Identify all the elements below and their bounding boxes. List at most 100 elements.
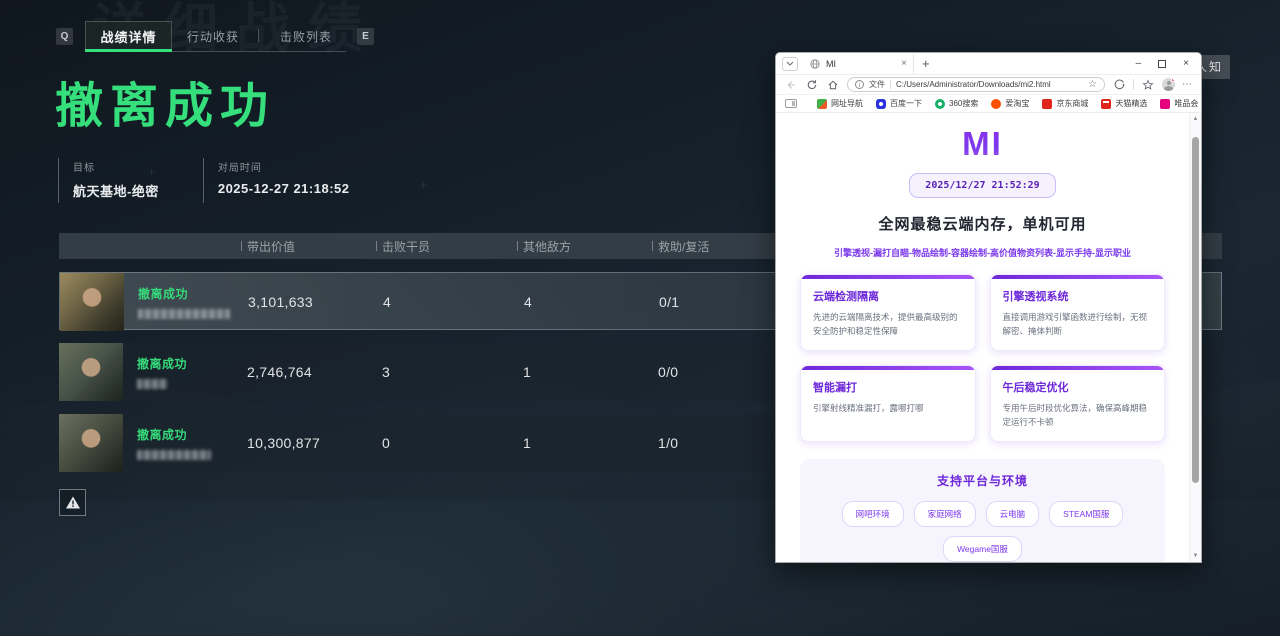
- platform-pill[interactable]: Wegame国服: [943, 536, 1022, 562]
- bookmark-label: 网址导航: [831, 98, 863, 109]
- platform-pill[interactable]: 家庭网络: [914, 501, 976, 527]
- cell-others: 4: [512, 294, 647, 310]
- browser-menu-button[interactable]: ⋯: [1182, 79, 1193, 90]
- bookmark-item[interactable]: 360搜索: [935, 98, 978, 109]
- player-avatar: [59, 343, 123, 401]
- column-other-enemies: 其他敌方: [511, 238, 646, 255]
- browser-window: MI × + – × i 文件: [775, 52, 1202, 563]
- platform-pill[interactable]: 云电脑: [986, 501, 1040, 527]
- player-name-blurred: [137, 379, 167, 389]
- cell-value: 10,300,877: [235, 435, 370, 451]
- bookmark-item[interactable]: 京东商城: [1042, 98, 1088, 109]
- scrollbar-thumb[interactable]: [1192, 137, 1199, 483]
- address-bar[interactable]: i 文件 C:/Users/Administrator/Downloads/mi…: [847, 77, 1105, 92]
- platform-pill[interactable]: 网吧环境: [842, 501, 904, 527]
- bookmark-label: 百度一下: [890, 98, 922, 109]
- page-heading: 全网最稳云端内存，单机可用: [800, 213, 1165, 234]
- bookmark-item[interactable]: 百度一下: [876, 98, 922, 109]
- page-info-icon[interactable]: i: [855, 80, 864, 89]
- sidebar-toggle-icon[interactable]: [785, 99, 797, 108]
- bookmark-label: 唯品会: [1174, 98, 1198, 109]
- platform-section: 支持平台与环境 网吧环境 家庭网络 云电脑 STEAM国服 Wegame国服: [800, 459, 1165, 563]
- browser-essentials-button[interactable]: [1112, 78, 1126, 92]
- home-icon: [827, 79, 839, 91]
- scroll-down-icon[interactable]: ▼: [1190, 553, 1201, 559]
- taobao-favicon: [991, 99, 1001, 109]
- scroll-up-icon[interactable]: ▲: [1190, 116, 1201, 122]
- browser-essentials-icon: [1114, 79, 1125, 90]
- bookmark-label: 天猫精选: [1115, 98, 1147, 109]
- back-button[interactable]: [784, 78, 798, 92]
- feature-cards: 云端检测隔离 先进的云端隔离技术，提供最高级别的安全防护和稳定性保障 引擎透视系…: [800, 274, 1165, 442]
- url-path: C:/Users/Administrator/Downloads/mi2.htm…: [896, 80, 1083, 89]
- cell-value: 2,746,764: [235, 364, 370, 380]
- new-tab-button[interactable]: +: [922, 57, 930, 70]
- browser-tab[interactable]: MI ×: [804, 54, 914, 74]
- jd-favicon: [1042, 99, 1052, 109]
- bookmark-star-icon[interactable]: ☆: [1088, 80, 1097, 90]
- card-description: 先进的云端隔离技术，提供最高级别的安全防护和稳定性保障: [813, 310, 963, 339]
- cell-others: 1: [511, 364, 646, 380]
- card-title: 智能漏打: [813, 379, 963, 395]
- cell-kills: 0: [370, 435, 511, 451]
- tab-action-gains[interactable]: 行动收获: [187, 28, 239, 45]
- bookmark-item[interactable]: 网址导航: [817, 98, 863, 109]
- home-button[interactable]: [826, 78, 840, 92]
- column-kills: 击败干员: [370, 238, 511, 255]
- vip-favicon: [1160, 99, 1170, 109]
- player-avatar: [60, 273, 124, 331]
- player-cell: 撤离成功: [60, 273, 236, 331]
- player-name-blurred: [137, 450, 211, 460]
- time-value: 2025-12-27 21:18:52: [218, 181, 350, 196]
- tmall-favicon: [1101, 99, 1111, 109]
- feature-card: 午后稳定优化 专用午后时段优化算法，确保高峰期稳定运行不卡顿: [990, 365, 1166, 442]
- maximize-button[interactable]: [1158, 60, 1166, 68]
- bookmark-label: 爱淘宝: [1005, 98, 1029, 109]
- bookmark-item[interactable]: 唯品会: [1160, 98, 1198, 109]
- bookmark-item[interactable]: 爱淘宝: [991, 98, 1029, 109]
- page-scrollbar[interactable]: ▲ ▼: [1189, 113, 1201, 562]
- minimize-button[interactable]: –: [1136, 59, 1142, 69]
- notification-dot: [1171, 78, 1175, 82]
- player-name-blurred: [138, 309, 230, 319]
- key-hint-q: Q: [56, 28, 73, 45]
- card-description: 专用午后时段优化算法，确保高峰期稳定运行不卡顿: [1003, 401, 1153, 430]
- warning-icon: [65, 495, 81, 510]
- player-cell: 撤离成功: [59, 343, 235, 401]
- browser-toolbar: i 文件 C:/Users/Administrator/Downloads/mi…: [776, 75, 1201, 95]
- time-label: 对局时间: [218, 159, 350, 174]
- tab-battle-details[interactable]: 战绩详情: [85, 21, 172, 51]
- bookmark-label: 360搜索: [949, 98, 978, 109]
- card-title: 午后稳定优化: [1003, 379, 1153, 395]
- profile-avatar[interactable]: [1162, 78, 1175, 91]
- cell-others: 1: [511, 435, 646, 451]
- key-hint-e: E: [357, 28, 374, 45]
- target-value: 航天基地-绝密: [73, 181, 159, 200]
- window-close-button[interactable]: ×: [1183, 59, 1189, 69]
- web-page-content: MI 2025/12/27 21:52:29 全网最稳云端内存，单机可用 引擎透…: [776, 113, 1201, 563]
- tab-defeat-list[interactable]: 击败列表: [280, 28, 332, 45]
- hao123-favicon: [817, 99, 827, 109]
- tab-close-icon[interactable]: ×: [901, 59, 907, 69]
- url-separator: [890, 80, 891, 89]
- toolbar-divider: [1133, 79, 1134, 90]
- match-target: 目标 航天基地-绝密: [58, 158, 203, 203]
- status-badge: 撤离成功: [138, 285, 230, 302]
- back-arrow-icon: [785, 79, 797, 91]
- platform-pill[interactable]: STEAM国服: [1049, 501, 1123, 527]
- status-badge: 撤离成功: [137, 426, 211, 443]
- 360search-favicon: [935, 99, 945, 109]
- bookmarks-bar: 网址导航 百度一下 360搜索 爱淘宝 京东商城 天猫精选 唯品会 携程旅行 ›: [776, 95, 1201, 113]
- refresh-button[interactable]: [805, 78, 819, 92]
- browser-tabstrip: MI × + – ×: [776, 53, 1201, 75]
- page-subtitle: 引擎透视-漏打自瞄-物品绘制-容器绘制-高价值物资列表-显示手持-显示职业: [800, 246, 1165, 259]
- timestamp-badge: 2025/12/27 21:52:29: [909, 173, 1055, 198]
- match-info: 目标 航天基地-绝密 对局时间 2025-12-27 21:18:52: [58, 158, 394, 203]
- url-scheme-label: 文件: [869, 79, 885, 90]
- platform-title: 支持平台与环境: [810, 472, 1155, 489]
- target-label: 目标: [73, 159, 159, 174]
- bookmark-item[interactable]: 天猫精选: [1101, 98, 1147, 109]
- favorites-button[interactable]: [1141, 78, 1155, 92]
- warning-button[interactable]: [59, 489, 86, 516]
- tab-search-button[interactable]: [782, 57, 798, 71]
